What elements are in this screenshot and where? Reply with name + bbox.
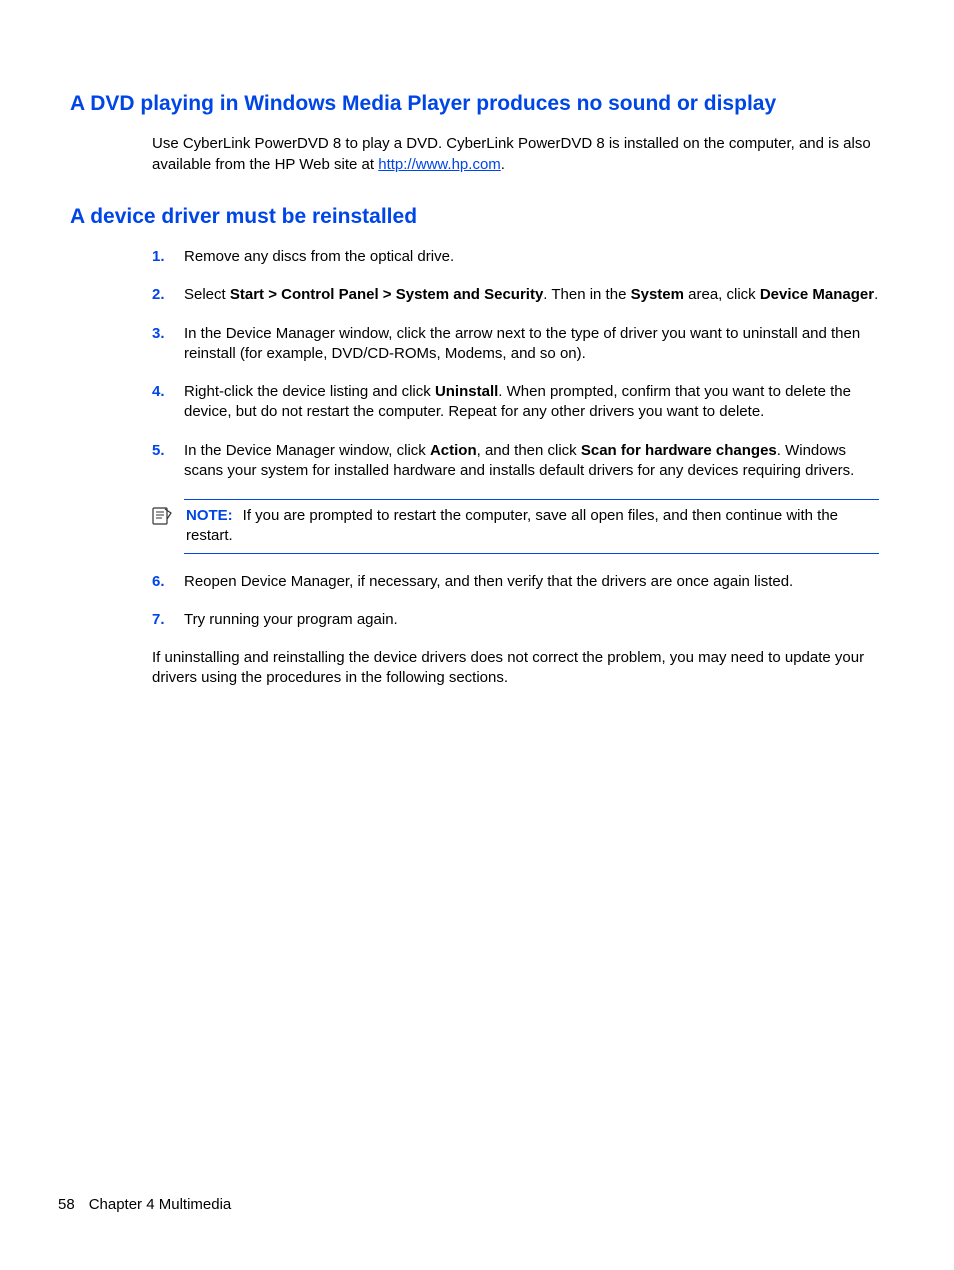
bold-system: System (631, 286, 684, 303)
step-text: In the Device Manager window, click (184, 442, 430, 459)
text-cyberlink-post: . (501, 156, 505, 173)
step-2: 2. Select Start > Control Panel > System… (152, 285, 879, 305)
step-3: 3. In the Device Manager window, click t… (152, 324, 879, 365)
step-text: In the Device Manager window, click the … (184, 325, 860, 362)
step-text: , and then click (477, 442, 581, 459)
step-text: Remove any discs from the optical drive. (184, 248, 454, 265)
chapter-label: Chapter 4 Multimedia (89, 1196, 232, 1213)
note-block: NOTE:If you are prompted to restart the … (152, 499, 879, 554)
link-hp[interactable]: http://www.hp.com (378, 156, 501, 173)
para-cyberlink: Use CyberLink PowerDVD 8 to play a DVD. … (152, 134, 879, 175)
text-cyberlink-pre: Use CyberLink PowerDVD 8 to play a DVD. … (152, 135, 871, 172)
note-content: NOTE:If you are prompted to restart the … (184, 499, 879, 554)
step-text: . Then in the (543, 286, 630, 303)
step-number: 7. (152, 610, 165, 630)
step-number: 3. (152, 324, 165, 344)
step-text: area, click (684, 286, 760, 303)
step-6: 6. Reopen Device Manager, if necessary, … (152, 572, 879, 592)
bold-action: Action (430, 442, 477, 459)
page-footer: 58 Chapter 4 Multimedia (58, 1195, 231, 1215)
heading-reinstall-driver: A device driver must be reinstalled (70, 203, 894, 231)
step-number: 4. (152, 382, 165, 402)
step-text: Right-click the device listing and click (184, 383, 435, 400)
step-number: 1. (152, 247, 165, 267)
steps-list: 1. Remove any discs from the optical dri… (152, 247, 879, 481)
note-icon (152, 499, 174, 531)
step-text: Reopen Device Manager, if necessary, and… (184, 573, 793, 590)
step-1: 1. Remove any discs from the optical dri… (152, 247, 879, 267)
bold-devicemgr: Device Manager (760, 286, 874, 303)
step-5: 5. In the Device Manager window, click A… (152, 441, 879, 482)
step-number: 5. (152, 441, 165, 461)
bold-scan: Scan for hardware changes (581, 442, 777, 459)
heading-dvd-no-sound: A DVD playing in Windows Media Player pr… (70, 90, 894, 118)
para-tail: If uninstalling and reinstalling the dev… (152, 648, 879, 689)
step-text: . (874, 286, 878, 303)
note-label: NOTE: (186, 507, 233, 524)
step-text: Try running your program again. (184, 611, 398, 628)
step-number: 2. (152, 285, 165, 305)
step-7: 7. Try running your program again. (152, 610, 879, 630)
page-number: 58 (58, 1196, 75, 1213)
bold-path: Start > Control Panel > System and Secur… (230, 286, 543, 303)
note-text: If you are prompted to restart the compu… (186, 507, 838, 544)
step-text: Select (184, 286, 230, 303)
bold-uninstall: Uninstall (435, 383, 498, 400)
steps-list-cont: 6. Reopen Device Manager, if necessary, … (152, 572, 879, 631)
step-4: 4. Right-click the device listing and cl… (152, 382, 879, 423)
step-number: 6. (152, 572, 165, 592)
